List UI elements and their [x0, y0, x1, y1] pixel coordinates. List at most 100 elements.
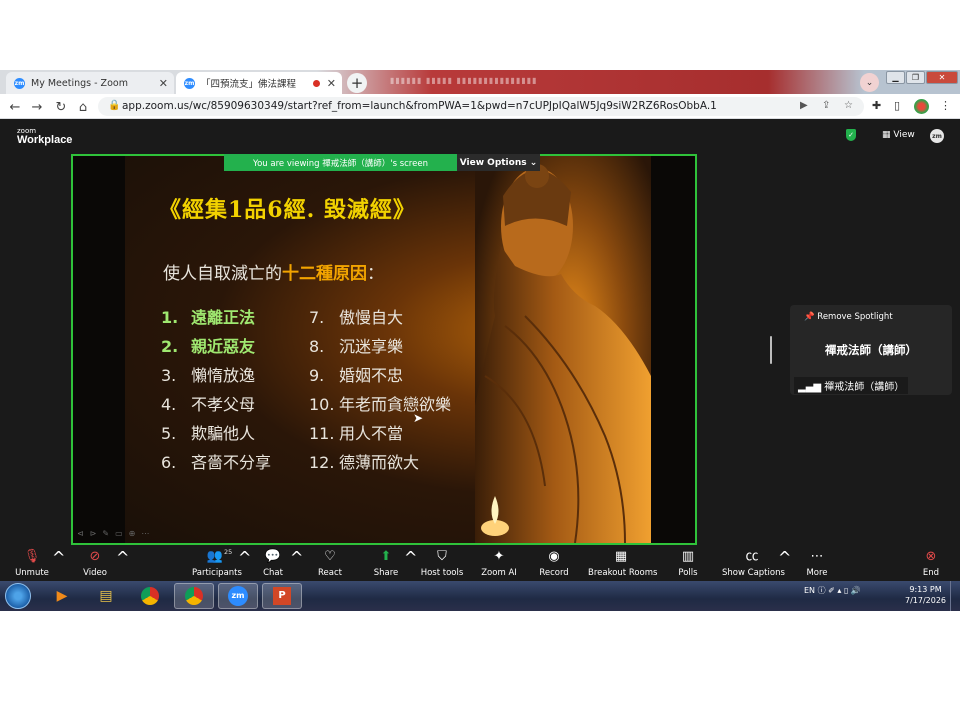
- host-tools-button[interactable]: ⛉ Host tools: [420, 548, 464, 580]
- blurred-window-title: ▮▮▮▮▮▮ ▮▮▮▮▮ ▮▮▮▮▮▮▮▮▮▮▮▮▮▮▮: [390, 76, 538, 85]
- remove-spotlight-button[interactable]: 📌 Remove Spotlight: [804, 312, 893, 322]
- clock[interactable]: 9:13 PM 7/17/2026: [905, 584, 946, 606]
- lock-icon[interactable]: 🔒: [108, 100, 120, 111]
- zoom-user-avatar[interactable]: zm: [930, 129, 944, 143]
- more-button[interactable]: ⋯ More: [802, 548, 832, 580]
- reload-button[interactable]: ↻: [52, 98, 70, 116]
- file-explorer-icon[interactable]: ▤: [86, 583, 126, 609]
- view-options-button[interactable]: View Options ⌄: [457, 154, 540, 171]
- zoom-ai-button[interactable]: ✦ Zoom AI: [478, 548, 520, 580]
- item-number: 12.: [309, 453, 335, 472]
- bookmark-star-icon[interactable]: ☆: [844, 100, 853, 111]
- item-number: 8.: [309, 337, 325, 356]
- item-text: 年老而貪戀欲樂: [339, 395, 452, 414]
- record-icon: ◉: [548, 549, 560, 564]
- chrome-icon[interactable]: [130, 583, 170, 609]
- close-tab-icon[interactable]: ✕: [159, 77, 168, 90]
- participants-options-chevron-icon[interactable]: ^: [238, 548, 251, 580]
- show-desktop-button[interactable]: [950, 581, 960, 611]
- show-captions-button[interactable]: ㏄ Show Captions: [722, 548, 785, 580]
- participants-button[interactable]: 👥 25 Participants: [192, 548, 242, 580]
- zoom-favicon-icon: zm: [184, 77, 195, 89]
- participant-name-tag: ▂▄▆ 禪戒法師（講師）: [794, 377, 909, 394]
- zoom-app-icon[interactable]: zm: [218, 583, 258, 609]
- list-item: 8. 沉迷享樂: [309, 333, 403, 357]
- new-tab-button[interactable]: +: [347, 73, 367, 93]
- share-screen-icon: ⬆: [380, 549, 392, 564]
- zoom-workplace-logo: Workplace: [17, 134, 73, 146]
- tab-course[interactable]: zm 「四預流支」佛法課程 ✕: [176, 72, 342, 94]
- muted-mic-icon: 🎙: [23, 549, 41, 564]
- video-button[interactable]: ⊘ Video: [76, 548, 114, 580]
- audio-options-chevron-icon[interactable]: ^: [52, 548, 65, 580]
- panel-resize-handle[interactable]: [770, 336, 772, 364]
- list-item: 11. 用人不當: [309, 420, 403, 444]
- language-indicator[interactable]: EN: [804, 586, 815, 595]
- browser-menu-icon[interactable]: ⋮: [940, 99, 951, 112]
- profile-avatar[interactable]: [914, 99, 929, 114]
- close-tab-icon[interactable]: ✕: [327, 77, 336, 90]
- power-icon[interactable]: ▯: [844, 586, 848, 595]
- minimize-window-button[interactable]: ▁: [886, 71, 905, 84]
- tab-search-button[interactable]: ⌄: [860, 73, 879, 92]
- powerpoint-icon[interactable]: P: [262, 583, 302, 609]
- system-tray: EN ⓘ ✐ ▴ ▯ 🔊: [804, 585, 861, 596]
- chat-button[interactable]: 💬 Chat: [260, 548, 286, 580]
- unmute-button[interactable]: 🎙 Unmute: [10, 548, 54, 580]
- url-field[interactable]: 🔒 app.zoom.us/wc/85909630349/start?ref_f…: [98, 97, 864, 116]
- react-button[interactable]: ♡ React: [314, 548, 346, 580]
- side-panel-icon[interactable]: ▯: [894, 99, 900, 112]
- record-label: Record: [539, 568, 569, 578]
- shared-screen[interactable]: 《經集1品6經. 毀滅經》 使人自取滅亡的十二種原因： 1. 遠離正法 2. 親近惡…: [71, 154, 697, 545]
- breakout-rooms-button[interactable]: ▦ Breakout Rooms: [588, 548, 658, 580]
- breakout-label: Breakout Rooms: [588, 568, 658, 578]
- pen-icon[interactable]: ✐: [828, 586, 835, 595]
- item-number: 5.: [161, 424, 177, 443]
- home-button[interactable]: ⌂: [74, 98, 92, 116]
- volume-icon[interactable]: 🔊: [851, 586, 861, 595]
- extensions-puzzle-icon[interactable]: ✚: [872, 99, 881, 112]
- close-window-button[interactable]: ✕: [926, 71, 958, 84]
- list-item: 7. 傲慢自大: [309, 304, 403, 328]
- end-call-icon: ⊗: [925, 549, 937, 564]
- view-grid-icon: ▦: [882, 130, 894, 140]
- help-icon[interactable]: ⓘ: [818, 586, 826, 595]
- media-player-icon[interactable]: ▶: [42, 583, 82, 609]
- camera-icon[interactable]: ▶: [800, 100, 808, 111]
- item-text: 不孝父母: [191, 395, 256, 414]
- spotlight-video-tile[interactable]: 📌 Remove Spotlight 禪戒法師（講師） ▂▄▆ 禪戒法師（講師）: [790, 305, 952, 395]
- clock-date: 7/17/2026: [905, 596, 947, 605]
- video-label: Video: [83, 568, 107, 578]
- windows-taskbar: ▶ ▤ zm P EN ⓘ ✐ ▴ ▯ 🔊 9:13 PM 7/17/2026: [0, 581, 960, 611]
- item-text: 沉迷享樂: [339, 337, 404, 356]
- captions-options-chevron-icon[interactable]: ^: [778, 548, 791, 580]
- slideshow-controls[interactable]: ⊲⊳✎▭⊕⋯: [77, 529, 155, 538]
- chrome-active-icon[interactable]: [174, 583, 214, 609]
- heart-icon: ♡: [324, 549, 336, 564]
- back-button[interactable]: ←: [6, 98, 24, 116]
- forward-button[interactable]: →: [28, 98, 46, 116]
- share-page-icon[interactable]: ⇪: [822, 100, 830, 111]
- clock-time: 9:13 PM: [909, 585, 942, 594]
- video-options-chevron-icon[interactable]: ^: [116, 548, 129, 580]
- tab-title: My Meetings - Zoom: [31, 77, 128, 89]
- zoom-ai-label: Zoom AI: [481, 568, 517, 578]
- encryption-shield-icon[interactable]: ✓: [846, 129, 856, 141]
- bar-chart-icon: ▥: [681, 549, 695, 564]
- polls-button[interactable]: ▥ Polls: [674, 548, 702, 580]
- mouse-cursor-icon: ➤: [413, 411, 424, 425]
- share-button[interactable]: ⬆ Share: [370, 548, 402, 580]
- tray-expand-icon[interactable]: ▴: [837, 586, 841, 595]
- chat-options-chevron-icon[interactable]: ^: [290, 548, 303, 580]
- item-text: 欺騙他人: [191, 424, 256, 443]
- tab-my-meetings[interactable]: zm My Meetings - Zoom ✕: [6, 72, 174, 94]
- end-meeting-button[interactable]: ⊗ End: [916, 548, 946, 580]
- polls-label: Polls: [678, 568, 698, 578]
- start-button[interactable]: [5, 583, 31, 609]
- subtitle-highlight: 十二種原因: [282, 264, 367, 284]
- record-button[interactable]: ◉ Record: [536, 548, 572, 580]
- share-options-chevron-icon[interactable]: ^: [404, 548, 417, 580]
- view-button[interactable]: ▦ View: [882, 130, 915, 140]
- video-off-icon: ⊘: [89, 549, 101, 564]
- restore-window-button[interactable]: ❐: [906, 71, 925, 84]
